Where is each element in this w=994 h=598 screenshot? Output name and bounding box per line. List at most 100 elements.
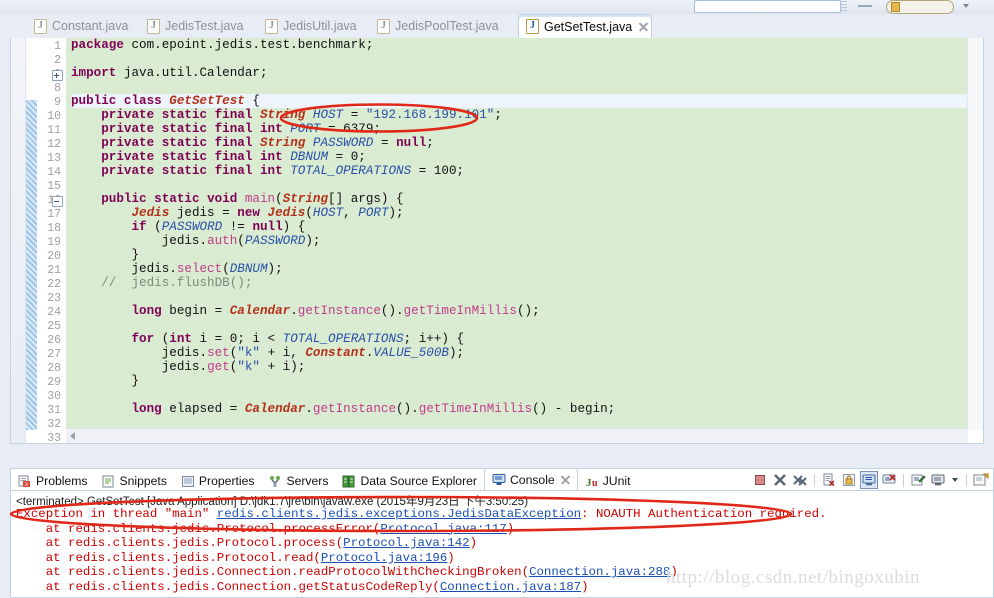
console-stack-line[interactable]: at redis.clients.jedis.Protocol.read(Pro… xyxy=(12,551,992,566)
console-stack-line[interactable]: at redis.clients.jedis.Protocol.process(… xyxy=(12,536,992,551)
code-line: long elapsed = Calendar.getInstance().ge… xyxy=(131,402,616,416)
stack-text: at redis.clients.jedis.Protocol.process( xyxy=(16,536,344,551)
code-line: for (int i = 0; i < TOTAL_OPERATIONS; i+… xyxy=(131,332,465,346)
line-number: 13 xyxy=(47,152,61,165)
stack-link[interactable]: Protocol.java:196 xyxy=(321,551,447,565)
code-line: import java.util.Calendar; xyxy=(71,66,268,80)
toolbar-separator xyxy=(903,473,904,487)
bottom-tab-snippets[interactable]: Snippets xyxy=(94,471,173,491)
bottom-tab-junit[interactable]: Ju JUnit xyxy=(578,471,638,491)
toolbar-separator xyxy=(966,473,967,487)
stack-link[interactable]: redis.clients.jedis.exceptions.JedisData… xyxy=(217,507,581,521)
code-line: private static final int DBNUM = 0; xyxy=(101,150,366,164)
bottom-tab-label: Servers xyxy=(286,474,329,488)
editor-folding-range-marker xyxy=(26,100,37,430)
bottom-tab-problems[interactable]: x Problems xyxy=(11,471,94,491)
code-line: private static final int PORT = 6379; xyxy=(101,122,381,136)
new-console-view-icon[interactable] xyxy=(973,472,989,488)
console-stack-line[interactable]: Exception in thread "main" redis.clients… xyxy=(12,507,992,522)
pin-console-icon[interactable] xyxy=(860,471,878,489)
properties-icon xyxy=(181,475,195,488)
show-on-error-icon[interactable] xyxy=(881,472,897,488)
editor-line-number-gutter: 1238910111213141516171819202122232425262… xyxy=(37,38,65,443)
code-line: } xyxy=(131,248,140,262)
code-line: } xyxy=(131,374,140,388)
line-number: 2 xyxy=(54,54,61,67)
stack-link[interactable]: Connection.java:288 xyxy=(529,565,670,579)
editor-tab-jedisutil-java[interactable]: JedisUtil.java xyxy=(258,14,362,38)
bottom-tab-label: Console xyxy=(509,472,555,487)
minimize-dash-icon[interactable] xyxy=(858,5,872,7)
stack-text: at redis.clients.jedis.Protocol.processE… xyxy=(16,521,381,536)
editor-source-code[interactable]: package com.epoint.jedis.test.benchmark;… xyxy=(66,38,968,429)
code-line: private static final int TOTAL_OPERATION… xyxy=(101,164,465,178)
editor-vertical-scrollbar[interactable] xyxy=(967,38,983,430)
open-console-preferences-icon[interactable] xyxy=(910,472,926,488)
console-toolbar xyxy=(750,470,991,490)
bottom-panel-tab-bar: x Problems Snippets Properties Servers Data S… xyxy=(11,468,638,491)
bottom-tab-properties[interactable]: Properties xyxy=(174,471,262,491)
editor-tab-getsettest-java[interactable]: GetSetTest.java xyxy=(518,14,652,38)
editor-marker-bar[interactable] xyxy=(11,38,26,443)
bottom-tab-label: Snippets xyxy=(119,474,167,488)
editor-horizontal-scrollbar[interactable] xyxy=(66,428,968,443)
editor-tab-constant-java[interactable]: Constant.java xyxy=(27,14,132,38)
terminate-icon[interactable] xyxy=(752,472,768,488)
line-number: 27 xyxy=(47,348,61,361)
toolbar-grip[interactable] xyxy=(841,1,847,11)
line-number: 9 xyxy=(54,96,61,109)
stack-link[interactable]: Protocol.java:117 xyxy=(380,522,506,536)
stack-text: at redis.clients.jedis.Connection.getSta… xyxy=(16,579,440,594)
toolbar-search-field[interactable] xyxy=(694,0,841,13)
code-line: private static final String PASSWORD = n… xyxy=(101,136,434,150)
stack-text: at redis.clients.jedis.Connection.readPr… xyxy=(16,565,530,580)
line-number: 29 xyxy=(47,376,61,389)
fold-expand-icon[interactable] xyxy=(52,70,63,81)
line-number: 15 xyxy=(47,180,61,193)
line-number: 12 xyxy=(47,138,61,151)
editor-tab-label: JedisPoolTest.java xyxy=(395,19,499,33)
display-selected-console-icon[interactable] xyxy=(930,472,946,488)
java-file-icon xyxy=(377,18,390,34)
close-icon[interactable] xyxy=(561,475,570,484)
stack-link[interactable]: Protocol.java:142 xyxy=(343,536,469,550)
stack-link[interactable]: Connection.java:187 xyxy=(440,580,581,594)
perspective-icon xyxy=(891,2,900,12)
remove-launch-icon[interactable] xyxy=(772,472,788,488)
java-file-icon xyxy=(147,18,160,34)
top-toolbar-strip xyxy=(0,0,994,14)
code-editor: 1238910111213141516171819202122232425262… xyxy=(10,38,984,444)
console-stack-line[interactable]: at redis.clients.jedis.Protocol.processE… xyxy=(12,522,992,537)
bottom-tab-label: Data Source Explorer xyxy=(360,474,477,488)
code-line: public static void main(String[] args) { xyxy=(101,192,404,206)
line-number: 8 xyxy=(54,82,61,95)
display-selected-console-dropdown-icon[interactable] xyxy=(950,472,960,488)
line-number: 20 xyxy=(47,250,61,263)
scroll-lock-icon[interactable] xyxy=(841,472,857,488)
remove-all-launches-icon[interactable] xyxy=(792,472,808,488)
editor-tab-jedistest-java[interactable]: JedisTest.java xyxy=(140,14,248,38)
line-number: 23 xyxy=(47,292,61,305)
bottom-tab-servers[interactable]: Servers xyxy=(261,471,335,491)
clear-console-icon[interactable] xyxy=(821,472,837,488)
bottom-tab-label: Problems xyxy=(36,474,88,488)
chevron-down-icon[interactable] xyxy=(963,4,969,8)
line-number: 18 xyxy=(47,222,61,235)
bottom-tab-console[interactable]: Console xyxy=(483,468,578,491)
junit-icon: Ju xyxy=(585,475,599,489)
line-number: 25 xyxy=(47,320,61,333)
close-icon[interactable] xyxy=(639,22,642,31)
code-line: jedis.get("k" + i); xyxy=(161,360,306,374)
line-number: 30 xyxy=(47,390,61,403)
problems-icon: x xyxy=(18,475,32,488)
stack-text-tail: ) xyxy=(506,521,515,536)
bottom-tab-label: JUnit xyxy=(602,474,631,488)
editor-tab-jedispooltest-java[interactable]: JedisPoolTest.java xyxy=(370,14,499,38)
bottom-tab-data-source-explorer[interactable]: Data Source Explorer xyxy=(335,471,484,491)
java-file-icon xyxy=(265,18,278,34)
scroll-left-arrow-icon[interactable] xyxy=(70,432,75,440)
fold-collapse-icon[interactable] xyxy=(52,196,63,207)
svg-text:u: u xyxy=(592,478,598,488)
